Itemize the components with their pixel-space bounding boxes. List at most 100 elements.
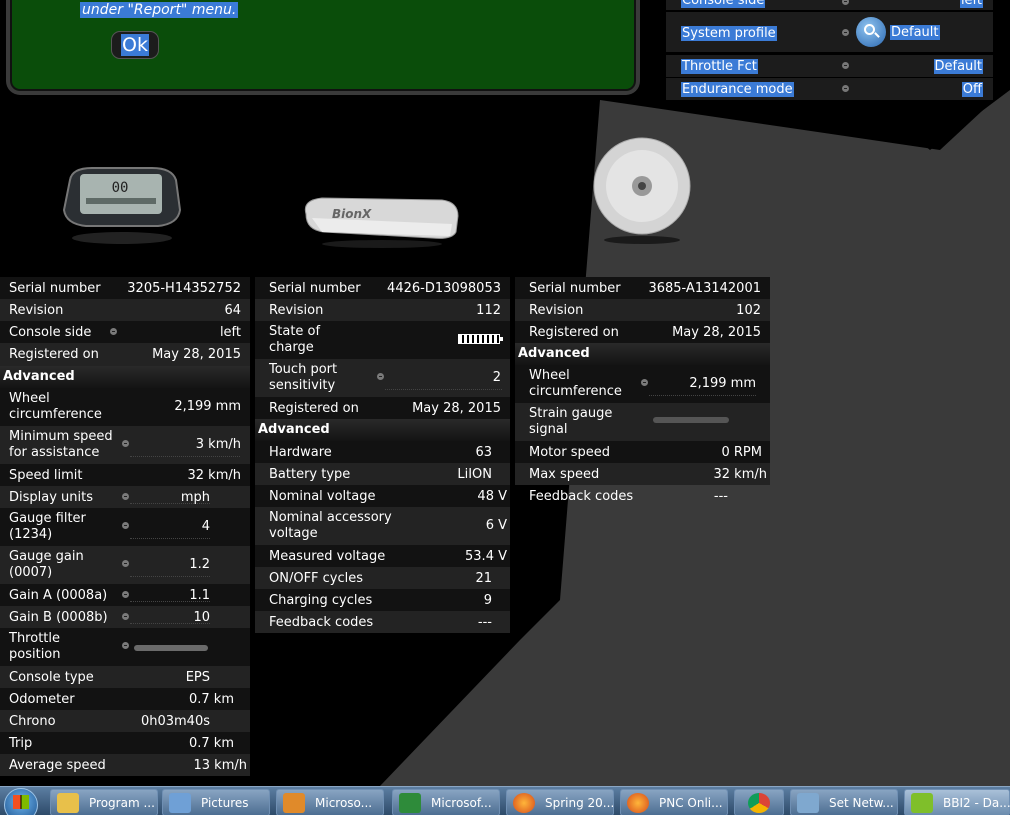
table-row: Motor speed 0 RPM (515, 441, 770, 463)
table-row: Chrono 0h03m40s (0, 710, 250, 732)
dropdown-knob-icon[interactable] (842, 0, 849, 5)
row-label: Nominal accessory voltage (269, 510, 392, 541)
row-label: Serial number (269, 281, 361, 296)
row-value: 53.4 V (465, 549, 507, 564)
taskbar-item-program-files[interactable]: Program ... (50, 789, 158, 815)
dropdown-knob-icon[interactable] (122, 493, 129, 500)
row-label: Gauge filter (1234) (9, 511, 86, 542)
row-label: Hardware (269, 445, 332, 460)
dropdown-knob-icon[interactable] (842, 85, 849, 92)
row-label: Console type (9, 670, 94, 685)
taskbar-item-chrome[interactable] (734, 789, 784, 815)
firefox-icon (627, 793, 649, 813)
row-value: 0 RPM (721, 445, 763, 460)
pictures-icon (169, 793, 191, 813)
row-label: Odometer (9, 692, 75, 707)
console-column: Serial number 3205-H14352752 Revision 64 C… (0, 277, 250, 776)
setting-system-profile[interactable]: System profile Default (666, 12, 993, 52)
taskbar-item-pictures[interactable]: Pictures (162, 789, 270, 815)
dropdown-knob-icon[interactable] (641, 379, 648, 386)
table-row[interactable]: Touch port sensitivity 2 (255, 359, 510, 397)
row-label: Gain B (0008b) (9, 610, 108, 625)
row-value: 32 km/h (713, 467, 768, 482)
taskbar-item-bbi2[interactable]: BBI2 - Da... (904, 789, 1010, 815)
table-row[interactable]: Minimum speed for assistance 3 km/h (0, 426, 250, 464)
row-value: --- (713, 489, 728, 504)
row-value: 64 (224, 303, 241, 318)
dropdown-knob-icon[interactable] (842, 62, 849, 69)
table-row: Console type EPS (0, 666, 250, 688)
row-value: left (219, 325, 241, 340)
ok-button[interactable]: Ok (111, 31, 159, 59)
row-label: Touch port sensitivity (269, 362, 338, 393)
table-row: Max speed 32 km/h (515, 463, 770, 485)
taskbar-item-label: Set Netw... (829, 796, 894, 810)
row-value: 9 (483, 593, 492, 608)
setting-label: Throttle Fct (681, 59, 758, 74)
table-row: Trip 0.7 km (0, 732, 250, 754)
search-icon[interactable] (856, 17, 886, 47)
battery-column: Serial number 4426-D13098053 Revision 112 … (255, 277, 510, 633)
taskbar-item-label: BBI2 - Da... (943, 796, 1010, 810)
table-row[interactable]: Console side left (0, 321, 250, 343)
section-title: Advanced (3, 369, 75, 384)
table-row[interactable]: Gauge filter (1234) 4 (0, 508, 250, 546)
setting-endurance-mode[interactable]: Endurance mode Off (666, 78, 993, 100)
table-row: Serial number 4426-D13098053 (255, 277, 510, 299)
dropdown-knob-icon[interactable] (122, 642, 129, 649)
taskbar-item-outlook[interactable]: Microso... (276, 789, 384, 815)
taskbar-item-firefox-pnc[interactable]: PNC Onli... (620, 789, 728, 815)
setting-throttle-fct[interactable]: Throttle Fct Default (666, 55, 993, 77)
table-row[interactable]: Throttle position (0, 628, 250, 666)
dropdown-knob-icon[interactable] (122, 440, 129, 447)
table-row[interactable]: Gauge gain (0007) 1.2 (0, 546, 250, 584)
setting-label: Console side (681, 0, 766, 8)
row-label: Wheel circumference (9, 391, 102, 422)
strain-gauge-slider (653, 417, 729, 423)
dropdown-knob-icon[interactable] (122, 613, 129, 620)
chrome-icon (748, 793, 770, 813)
table-row: Feedback codes --- (515, 485, 770, 507)
row-value: 0.7 km (189, 736, 234, 751)
row-value: mph (180, 490, 210, 505)
table-row: Feedback codes --- (255, 611, 510, 633)
taskbar-item-set-network[interactable]: Set Netw... (790, 789, 898, 815)
dropdown-knob-icon[interactable] (377, 373, 384, 380)
dropdown-knob-icon[interactable] (110, 328, 117, 335)
row-value: May 28, 2015 (672, 325, 761, 340)
row-value: 2 (492, 370, 501, 385)
taskbar-item-firefox-spring[interactable]: Spring 20... (506, 789, 614, 815)
row-label: Average speed (9, 758, 106, 773)
throttle-position-slider[interactable] (134, 645, 208, 651)
svg-text:00: 00 (112, 180, 129, 196)
row-value: May 28, 2015 (152, 347, 241, 362)
table-row[interactable]: Gain B (0008b) 10 (0, 606, 250, 628)
taskbar-item-label: Microso... (315, 796, 373, 810)
row-value: 3205-H14352752 (127, 281, 241, 296)
setting-label: Endurance mode (681, 82, 794, 97)
table-row[interactable]: Gain A (0008a) 1.1 (0, 584, 250, 606)
dropdown-knob-icon[interactable] (122, 591, 129, 598)
dropdown-knob-icon[interactable] (122, 560, 129, 567)
table-row: Nominal voltage 48 V (255, 485, 510, 507)
row-value: 0.7 km (189, 692, 234, 707)
row-value: 21 (475, 571, 492, 586)
row-label: Gauge gain (0007) (9, 549, 84, 580)
table-row[interactable]: Display units mph (0, 486, 250, 508)
start-button[interactable] (2, 788, 42, 815)
firefox-icon (513, 793, 535, 813)
row-label: Serial number (9, 281, 101, 296)
dropdown-knob-icon[interactable] (122, 522, 129, 529)
setting-value: Default (890, 25, 940, 40)
dropdown-knob-icon[interactable] (842, 29, 849, 36)
row-value: 13 km/h (193, 758, 248, 773)
table-row: Average speed 13 km/h (0, 754, 250, 776)
row-label: Battery type (269, 467, 351, 482)
taskbar-item-excel[interactable]: Microsof... (392, 789, 500, 815)
table-row[interactable]: Wheel circumference 2,199 mm (515, 365, 770, 403)
table-row: Revision 112 (255, 299, 510, 321)
row-value: 2,199 mm (689, 376, 756, 391)
taskbar-item-label: Program ... (89, 796, 155, 810)
row-label: State of charge (269, 324, 321, 355)
setting-console-side[interactable]: Console side left (666, 0, 993, 10)
